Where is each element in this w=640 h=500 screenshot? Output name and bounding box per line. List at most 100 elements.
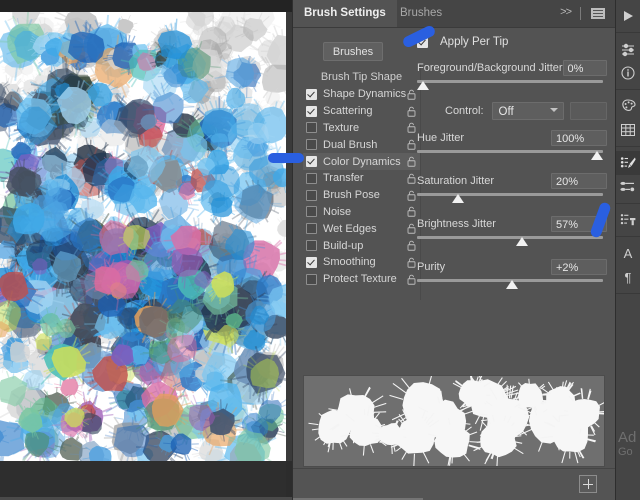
slider-value-field[interactable]: 100% [551,129,607,146]
canvas-artboard[interactable] [0,12,286,461]
option-checkbox[interactable] [306,105,317,117]
swatches-icon[interactable] [616,94,640,118]
character-icon[interactable]: A [616,241,640,265]
slider-track [417,80,603,83]
apply-per-tip-label: Apply Per Tip [440,36,509,48]
slider-track-wrap[interactable] [417,79,607,93]
brush-option-smoothing[interactable]: Smoothing [303,254,420,271]
option-checkbox[interactable] [306,172,317,184]
control-aux-field[interactable] [570,102,607,120]
brush-option-shape-dynamics[interactable]: Shape Dynamics [303,86,420,103]
apply-per-tip-row[interactable]: Apply Per Tip [417,34,607,50]
slider-value-field[interactable]: +2% [551,258,607,275]
option-label: Color Dynamics [323,155,401,168]
option-checkbox[interactable] [306,122,317,134]
brush-tip-shape-header[interactable]: Brush Tip Shape [303,68,420,86]
option-checkbox[interactable] [306,156,317,168]
brushes-button[interactable]: Brushes [323,42,383,61]
lock-icon [407,123,416,134]
slider-thumb[interactable] [417,81,429,90]
brush-preview-graphic [308,376,604,466]
chevron-double-right-icon[interactable]: >> [560,6,572,18]
slider-thumb[interactable] [516,237,529,246]
brush-option-brush-pose[interactable]: Brush Pose [303,187,420,204]
dock-group-1 [616,0,640,33]
slider-brightness-jitter: Brightness Jitter 57% [417,215,607,249]
dock-group-2 [616,33,640,90]
info-icon[interactable] [616,61,640,85]
paragraph-icon[interactable]: ¶ [616,265,640,289]
option-checkbox[interactable] [306,240,317,252]
tab-brushes[interactable]: Brushes [389,0,453,27]
option-label: Wet Edges [323,222,377,235]
brush-option-protect-texture[interactable]: Protect Texture [303,271,420,288]
slider-thumb[interactable] [451,194,464,203]
option-checkbox[interactable] [306,206,317,218]
brushes-icon[interactable] [616,175,640,199]
option-label: Dual Brush [323,138,378,151]
option-checkbox[interactable] [306,223,317,235]
dock-group-5 [616,204,640,237]
slider-saturation-jitter: Saturation Jitter 20% [417,172,607,206]
option-label: Build-up [323,239,364,252]
paragraph-glyph: ¶ [624,269,632,285]
slider-label: Brightness Jitter [417,217,496,230]
slider-track [417,236,603,239]
option-label: Brush Pose [323,189,380,202]
brush-option-noise[interactable]: Noise [303,204,420,221]
slider-track-wrap[interactable] [417,235,607,249]
watermark-line-1: Ad [618,429,637,446]
slider-track-wrap[interactable] [417,278,607,292]
slider-label: Foreground/Background Jitter [417,61,563,74]
panel-menu-icon[interactable] [591,8,605,19]
control-label: Control: [445,105,484,117]
lock-icon [407,257,416,268]
apply-per-tip-checkbox[interactable] [417,36,428,48]
lock-icon [407,156,416,167]
option-checkbox[interactable] [306,139,317,151]
slider-thumb[interactable] [591,151,603,160]
slider-value-field[interactable]: 20% [551,172,607,189]
grid-icon[interactable] [616,118,640,142]
slider-thumb[interactable] [505,280,518,289]
brush-option-scattering[interactable]: Scattering [303,103,420,120]
slider-foreground-background-jitter: Foreground/Background Jitter 0% [417,59,607,93]
layers-icon[interactable] [616,208,640,232]
brush-settings-icon[interactable] [616,151,640,175]
control-select-value: Off [498,106,514,118]
brush-option-color-dynamics[interactable]: Color Dynamics [303,153,420,170]
adjustments-icon[interactable] [616,37,640,61]
option-label: Noise [323,205,352,218]
brush-option-list: Brush Tip Shape Shape Dynamics Scattering… [303,68,420,288]
play-icon[interactable] [616,4,640,28]
option-label: Scattering [323,105,373,118]
toolbar-divider [580,7,581,20]
brush-option-texture[interactable]: Texture [303,120,420,137]
add-new-brush-button[interactable] [579,475,597,493]
option-checkbox[interactable] [306,189,317,201]
brush-option-wet-edges[interactable]: Wet Edges [303,220,420,237]
option-checkbox[interactable] [306,88,317,100]
option-checkbox[interactable] [306,273,317,285]
slider-track-wrap[interactable] [417,192,607,206]
brush-option-build-up[interactable]: Build-up [303,237,420,254]
slider-track [417,193,603,196]
dock-group-6: A ¶ [616,237,640,294]
brush-option-transfer[interactable]: Transfer [303,170,420,187]
slider-track-wrap[interactable] [417,149,607,163]
option-label: Texture [323,121,360,134]
lock-icon [407,224,416,234]
option-label: Smoothing [323,256,376,269]
option-checkbox[interactable] [306,256,317,268]
slider-label: Saturation Jitter [417,174,495,187]
canvas-top-bar [0,0,292,12]
slider-value-field[interactable]: 57% [551,215,607,232]
tab-brush-settings[interactable]: Brush Settings [293,0,397,27]
control-select[interactable]: Off [491,102,565,120]
slider-label: Purity [417,260,446,273]
lock-icon [407,274,416,285]
slider-hue-jitter: Hue Jitter 100% [417,129,607,163]
slider-value-field[interactable]: 0% [562,59,607,76]
lock-icon [407,140,416,151]
brush-option-dual-brush[interactable]: Dual Brush [303,136,420,153]
